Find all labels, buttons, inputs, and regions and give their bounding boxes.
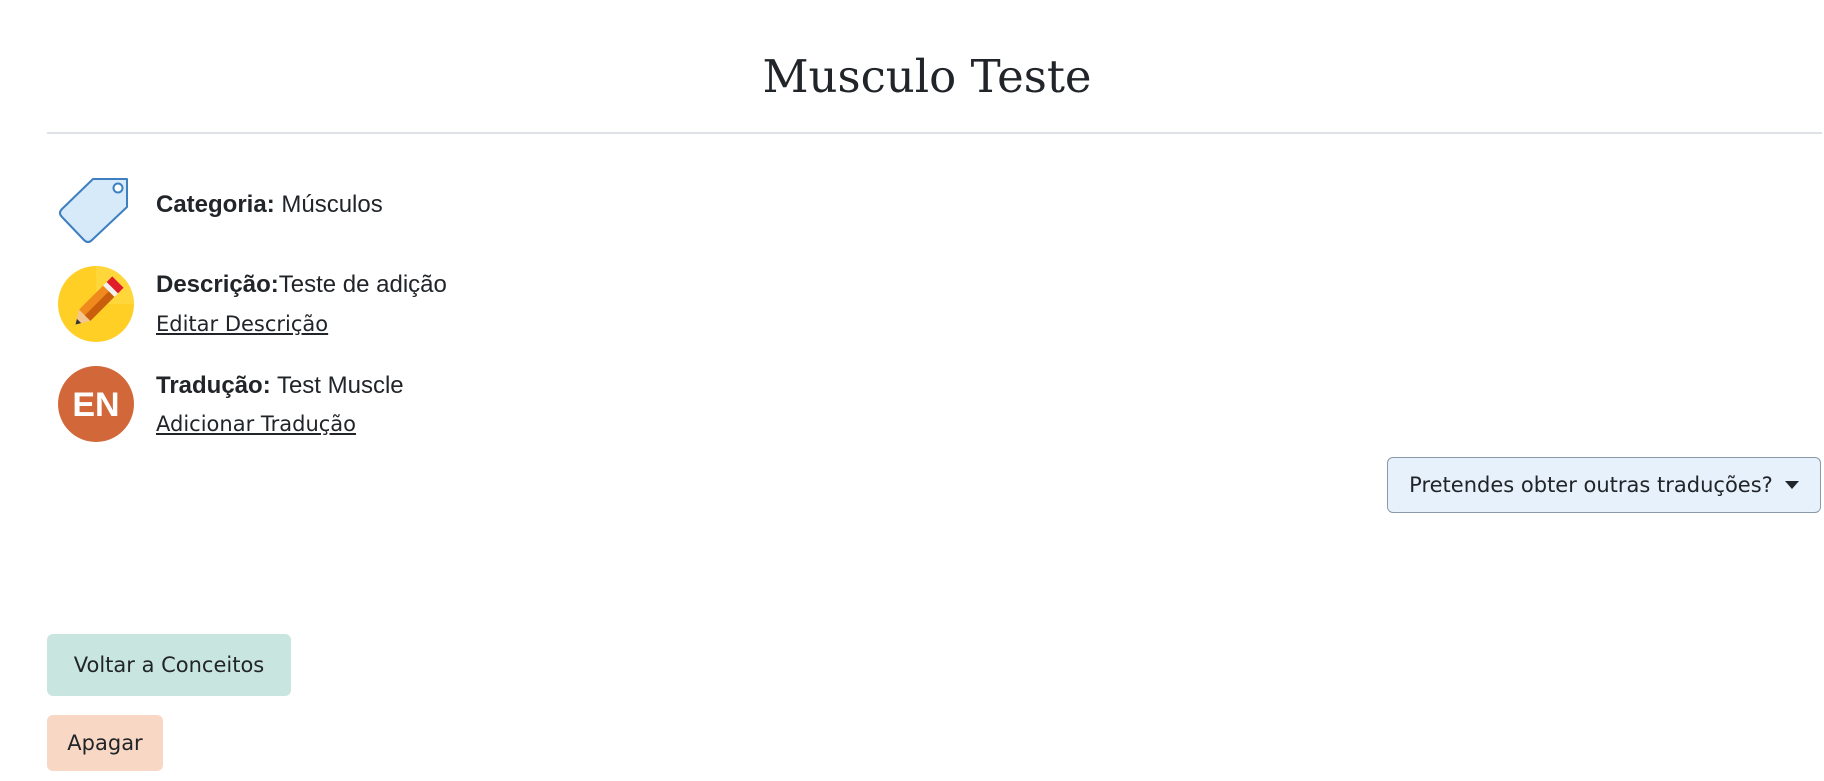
translation-text: Tradução: Test Muscle xyxy=(156,372,404,400)
delete-button[interactable]: Apagar xyxy=(47,715,163,771)
back-to-concepts-button[interactable]: Voltar a Conceitos xyxy=(47,634,291,696)
description-label: Descrição: xyxy=(156,271,279,298)
category-label: Categoria: xyxy=(156,191,275,218)
title-divider xyxy=(47,132,1822,134)
description-text: Descrição:Teste de adição xyxy=(156,271,447,299)
pencil-icon xyxy=(57,265,135,343)
tag-icon xyxy=(57,168,135,246)
category-text: Categoria: Músculos xyxy=(156,191,383,219)
caret-down-icon xyxy=(1784,481,1799,489)
edit-description-link[interactable]: Editar Descrição xyxy=(156,310,328,338)
category-value: Músculos xyxy=(274,191,383,218)
edit-description-wrapper: Editar Descrição xyxy=(156,310,328,338)
page-title: Musculo Teste xyxy=(762,50,1092,103)
add-translation-link[interactable]: Adicionar Tradução xyxy=(156,410,356,438)
other-translations-label: Pretendes obter outras traduções? xyxy=(1409,473,1773,497)
language-en-icon: EN xyxy=(57,365,135,443)
description-value: Teste de adição xyxy=(278,271,447,298)
add-translation-wrapper: Adicionar Tradução xyxy=(156,410,356,438)
other-translations-dropdown[interactable]: Pretendes obter outras traduções? xyxy=(1387,457,1821,513)
translation-value: Test Muscle xyxy=(270,372,404,399)
language-badge-text: EN xyxy=(72,386,119,424)
translation-label: Tradução: xyxy=(156,372,271,399)
